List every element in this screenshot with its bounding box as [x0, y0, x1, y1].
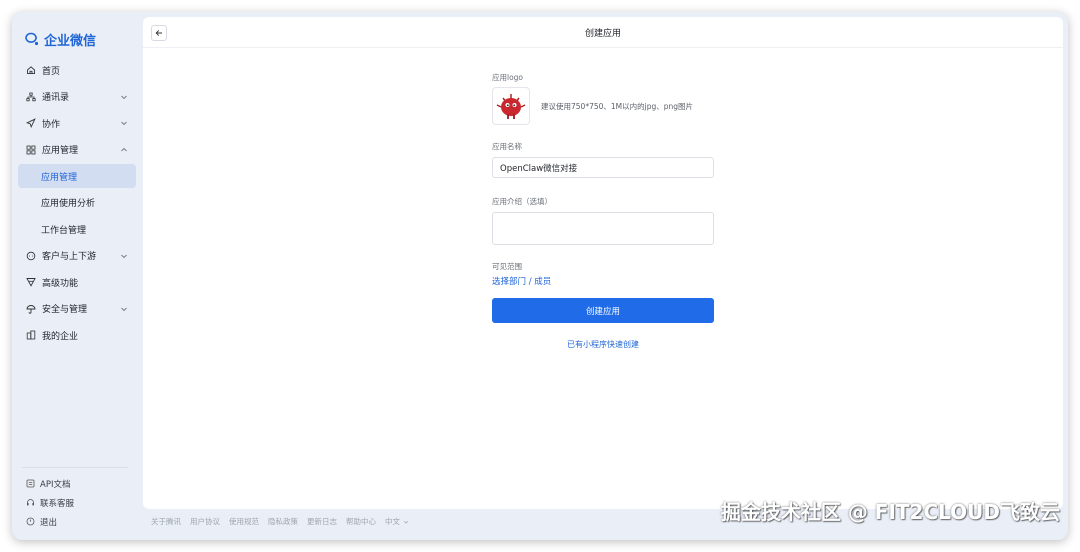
api-docs-link[interactable]: API文档: [26, 474, 74, 493]
sidebar-item-label: 协作: [42, 119, 61, 130]
app-intro-input[interactable]: [492, 212, 714, 245]
chat-icon: [26, 251, 36, 261]
sidebar-item-label: 应用管理: [42, 146, 79, 156]
chevron-down-icon: [121, 95, 127, 99]
chevron-up-icon: [121, 147, 127, 151]
footer-links: 关于腾讯 用户协议 使用规范 隐私政策 更新日志 帮助中心 中文: [151, 516, 409, 527]
sidebar-subitem-app-management[interactable]: 应用管理: [18, 164, 136, 188]
sidebar: 企业微信 首页 通讯录 协作 应用管理 应用管理 应用使用分析 工作台管理 客户…: [12, 12, 142, 540]
sidebar-bottom-links: API文档 联系客服 退出: [26, 474, 74, 531]
org-chart-icon: [26, 92, 36, 102]
send-icon: [26, 118, 36, 128]
language-selector[interactable]: 中文: [385, 516, 409, 527]
sidebar-item-label: 首页: [42, 66, 61, 77]
footer-link[interactable]: 关于腾讯: [151, 516, 181, 527]
app-name-input[interactable]: OpenClaw微信对接: [492, 157, 714, 178]
logo-row: 建议使用750*750、1M以内的jpg、png图片: [492, 87, 714, 125]
logo-label: 应用logo: [492, 73, 524, 82]
scope-label: 可见范围: [492, 262, 522, 271]
app-logo-upload[interactable]: [492, 87, 530, 125]
sidebar-item-label: 应用使用分析: [41, 199, 96, 209]
chevron-down-icon: [121, 121, 127, 126]
sidebar-item-label: 高级功能: [42, 278, 79, 289]
building-icon: [26, 330, 36, 340]
intro-label: 应用介绍（选填）: [492, 197, 552, 206]
sidebar-item-home[interactable]: 首页: [18, 58, 136, 82]
sidebar-item-label: 工作台管理: [41, 225, 87, 236]
select-dept-member-link[interactable]: 选择部门 / 成员: [492, 275, 714, 287]
page-title: 创建应用: [584, 29, 621, 39]
sidebar-subitem-app-usage-analysis[interactable]: 应用使用分析: [18, 191, 136, 215]
api-docs-label: API文档: [40, 479, 71, 490]
sidebar-nav: 首页 通讯录 协作 应用管理 应用管理 应用使用分析 工作台管理 客户与上下游 …: [18, 58, 136, 350]
sidebar-item-collab[interactable]: 协作: [18, 111, 136, 135]
mini-program-quick-create-link[interactable]: 已有小程序快速创建: [492, 339, 714, 350]
sidebar-item-label: 客户与上下游: [42, 252, 97, 262]
doc-icon: [26, 479, 35, 488]
chevron-down-icon: [121, 307, 127, 311]
language-label: 中文: [385, 517, 400, 526]
power-icon: [26, 517, 35, 526]
footer-link[interactable]: 使用规范: [229, 516, 259, 527]
app-window: 企业微信 首页 通讯录 协作 应用管理 应用管理 应用使用分析 工作台管理 客户…: [12, 12, 1068, 540]
logo-hint: 建议使用750*750、1M以内的jpg、png图片: [541, 101, 694, 111]
sidebar-item-advanced[interactable]: 高级功能: [18, 270, 136, 294]
brand-logo[interactable]: 企业微信: [24, 30, 97, 49]
sidebar-divider: [22, 467, 128, 468]
sidebar-item-contacts[interactable]: 通讯录: [18, 85, 136, 109]
logout-label: 退出: [40, 517, 58, 528]
contact-support-label: 联系客服: [40, 498, 75, 509]
footer-link[interactable]: 帮助中心: [346, 516, 376, 527]
create-app-button[interactable]: 创建应用: [492, 298, 714, 323]
name-label: 应用名称: [492, 142, 522, 151]
headset-icon: [26, 498, 35, 507]
top-bar: 创建应用: [143, 17, 1063, 48]
sidebar-item-security[interactable]: 安全与管理: [18, 297, 136, 321]
create-app-form: 应用logo 建议使用750*750、1M以内的jpg、png图片 应用名称 O…: [492, 72, 714, 350]
footer-link[interactable]: 用户协议: [190, 516, 220, 527]
sidebar-item-label: 安全与管理: [42, 305, 88, 315]
red-mascot-icon: [496, 94, 526, 119]
contact-support-link[interactable]: 联系客服: [26, 493, 74, 512]
sidebar-subitem-workbench-management[interactable]: 工作台管理: [18, 217, 136, 241]
brand-name: 企业微信: [44, 33, 97, 49]
sidebar-item-label: 我的企业: [42, 331, 79, 342]
sidebar-item-label: 应用管理: [41, 172, 78, 183]
logout-link[interactable]: 退出: [26, 512, 74, 531]
main-panel: 创建应用 应用logo 建议使用750*750、1M以内的jpg、png图片 应…: [143, 17, 1063, 509]
funnel-icon: [26, 277, 36, 287]
footer-link[interactable]: 更新日志: [307, 516, 337, 527]
chevron-down-icon: [121, 254, 127, 258]
sidebar-item-my-enterprise[interactable]: 我的企业: [18, 323, 136, 347]
home-icon: [26, 65, 36, 75]
footer-link[interactable]: 隐私政策: [268, 516, 298, 527]
chevron-down-icon: [403, 520, 409, 524]
watermark: 掘金技术社区 @ FIT2CLOUD飞致云: [720, 500, 1060, 524]
wecom-logo-icon: [25, 32, 39, 46]
sidebar-item-app-management[interactable]: 应用管理: [18, 138, 136, 162]
grid-icon: [26, 145, 36, 155]
sidebar-item-customers[interactable]: 客户与上下游: [18, 244, 136, 268]
sidebar-item-label: 通讯录: [42, 93, 70, 103]
umbrella-icon: [26, 304, 36, 314]
